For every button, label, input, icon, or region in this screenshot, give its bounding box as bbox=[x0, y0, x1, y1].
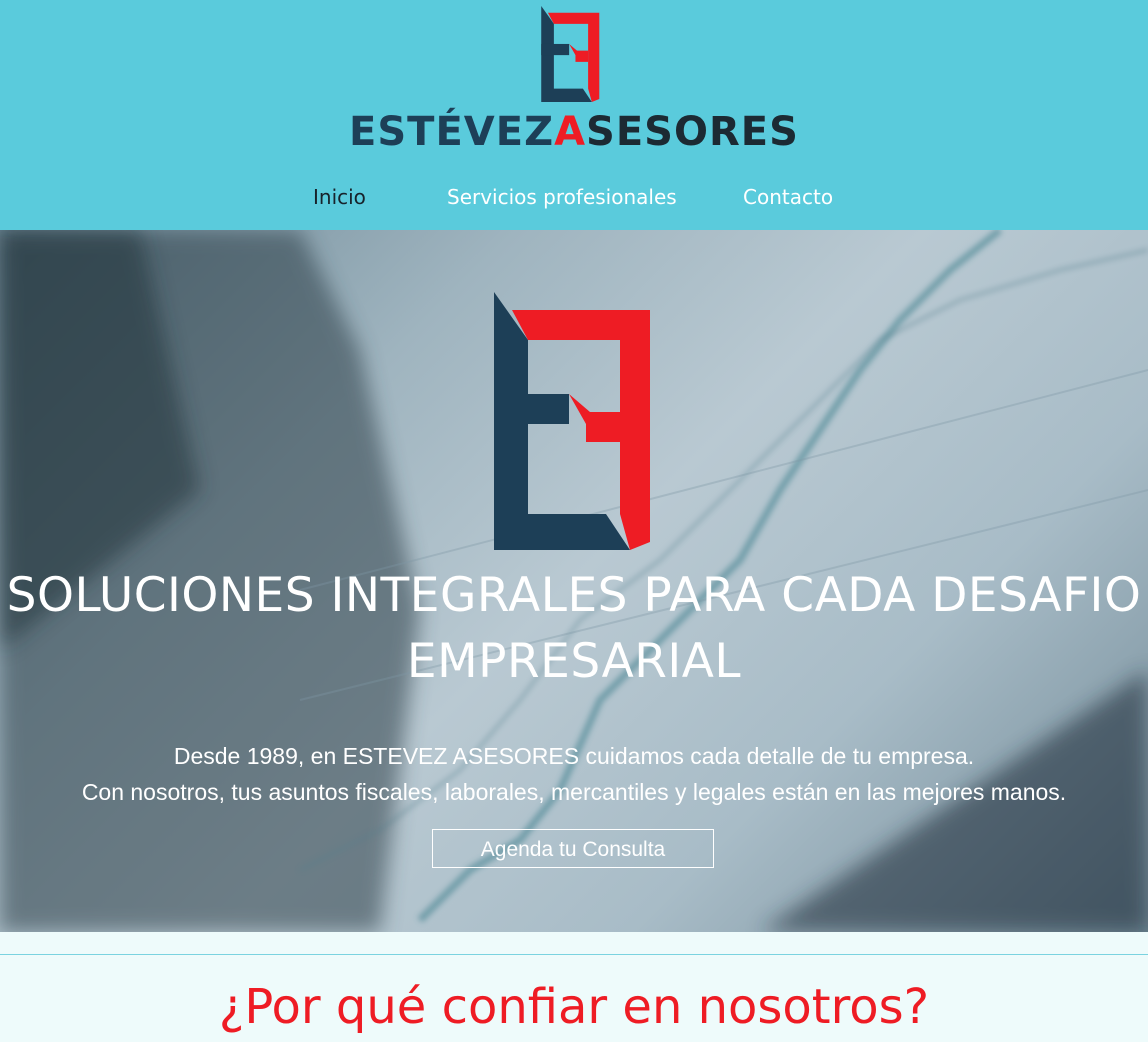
site-header: ESTÉVEZASESORES Inicio Servicios profesi… bbox=[0, 0, 1148, 230]
hero-title: SOLUCIONES INTEGRALES PARA CADA DESAFIO … bbox=[6, 568, 1142, 689]
why-trust-us-heading: ¿Por qué confiar en nosotros? bbox=[218, 979, 930, 1035]
hero-description: Desde 1989, en ESTEVEZ ASESORES cuidamos… bbox=[0, 738, 1148, 810]
hero-description-line-2: Con nosotros, tus asuntos fiscales, labo… bbox=[81, 779, 1067, 805]
section-divider bbox=[0, 954, 1148, 955]
nav-link-servicios[interactable]: Servicios profesionales bbox=[447, 180, 677, 214]
brand-logo-icon[interactable] bbox=[538, 6, 604, 102]
main-nav: Inicio Servicios profesionales Contacto bbox=[0, 180, 1148, 216]
brand-wordmark[interactable]: ESTÉVEZASESORES bbox=[0, 106, 1148, 158]
hero-banner: SOLUCIONES INTEGRALES PARA CADA DESAFIO … bbox=[0, 230, 1148, 932]
brand-wordmark-suffix: SESORES bbox=[586, 109, 799, 155]
brand-wordmark-prefix: ESTÉVEZ bbox=[349, 109, 555, 155]
nav-link-inicio[interactable]: Inicio bbox=[313, 180, 366, 214]
agenda-consulta-button[interactable]: Agenda tu Consulta bbox=[432, 829, 714, 868]
nav-link-contacto[interactable]: Contacto bbox=[743, 180, 833, 214]
brand-wordmark-a: A bbox=[554, 109, 587, 155]
hero-logo-icon bbox=[494, 292, 650, 550]
hero-description-line-1: Desde 1989, en ESTEVEZ ASESORES cuidamos… bbox=[173, 743, 975, 769]
